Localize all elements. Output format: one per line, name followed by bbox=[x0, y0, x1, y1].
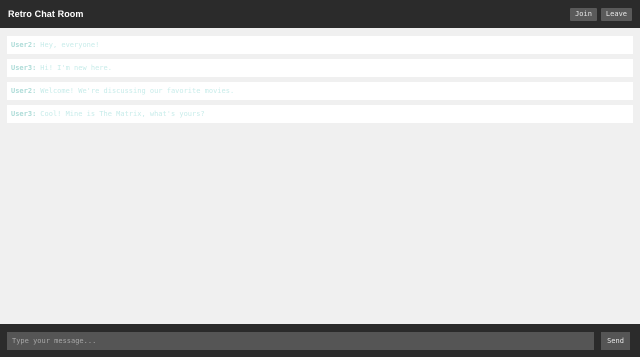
message-item: User2: Welcome! We're discussing our fav… bbox=[7, 82, 633, 100]
header-bar: Retro Chat Room Join Leave bbox=[0, 0, 640, 28]
header-actions: Join Leave bbox=[570, 7, 632, 21]
message-text: Cool! Mine is The Matrix, what's yours? bbox=[40, 110, 205, 118]
composer-bar: Send bbox=[0, 324, 640, 357]
message-username: User2: bbox=[11, 87, 37, 95]
message-text: Hey, everyone! bbox=[40, 41, 100, 49]
chat-app: Retro Chat Room Join Leave User2: Hey, e… bbox=[0, 0, 640, 357]
message-username: User3: bbox=[11, 64, 37, 72]
message-text: Hi! I'm new here. bbox=[40, 64, 112, 72]
app-title: Retro Chat Room bbox=[8, 9, 84, 19]
message-input[interactable] bbox=[7, 331, 594, 350]
message-item: User3: Hi! I'm new here. bbox=[7, 59, 633, 77]
message-username: User2: bbox=[11, 41, 37, 49]
message-text: Welcome! We're discussing our favorite m… bbox=[40, 87, 235, 95]
message-item: User3: Cool! Mine is The Matrix, what's … bbox=[7, 105, 633, 123]
join-button[interactable]: Join bbox=[570, 7, 597, 21]
message-list: User2: Hey, everyone! User3: Hi! I'm new… bbox=[7, 36, 633, 128]
leave-button[interactable]: Leave bbox=[600, 7, 632, 21]
message-username: User3: bbox=[11, 110, 37, 118]
send-button[interactable]: Send bbox=[601, 331, 630, 350]
message-item: User2: Hey, everyone! bbox=[7, 36, 633, 54]
